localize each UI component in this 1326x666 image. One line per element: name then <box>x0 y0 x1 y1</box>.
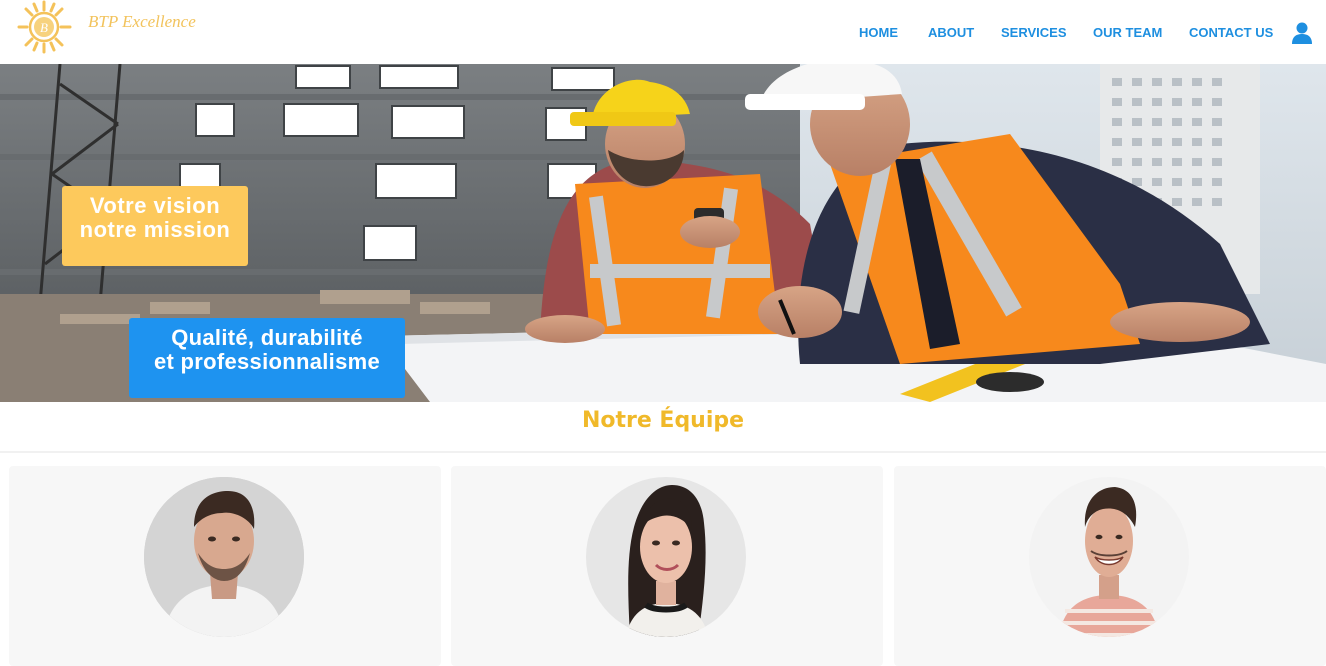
user-icon[interactable] <box>1290 21 1314 45</box>
team-section-title: Notre Équipe <box>581 408 745 433</box>
team-member-card[interactable] <box>894 466 1326 666</box>
nav-services-link[interactable]: SERVICES <box>1001 25 1067 40</box>
site-header: B BTP Excellence HOME ABOUT SERVICES OUR… <box>0 0 1326 64</box>
man-portrait-photo <box>144 477 304 637</box>
team-member-avatar <box>1029 477 1189 637</box>
nav-home-link[interactable]: HOME <box>859 25 898 40</box>
section-divider <box>0 451 1326 453</box>
team-member-avatar <box>144 477 304 637</box>
hero-vision-line1: Votre vision <box>89 193 221 218</box>
main-nav: HOME ABOUT SERVICES OUR TEAM CONTACT US <box>0 25 1326 45</box>
nav-contact-us-link[interactable]: CONTACT US <box>1189 25 1273 40</box>
hero-vision-badge: Votre vision notre mission <box>62 186 248 266</box>
team-member-card[interactable] <box>451 466 883 666</box>
team-member-card[interactable] <box>9 466 441 666</box>
nav-about-link[interactable]: ABOUT <box>928 25 974 40</box>
team-member-avatar <box>586 477 746 637</box>
woman-portrait-photo <box>586 477 746 637</box>
hero-quality-badge: Qualité, durabilité et professionnalisme <box>129 318 405 398</box>
hero-quality-line1: Qualité, durabilité <box>171 325 363 350</box>
hero-vision-line2: notre mission <box>79 217 231 242</box>
man-portrait-photo <box>1029 477 1189 637</box>
hero-quality-line2: et professionnalisme <box>153 349 381 374</box>
nav-our-team-link[interactable]: OUR TEAM <box>1093 25 1162 40</box>
hero-banner: Votre vision notre mission Qualité, dura… <box>0 64 1326 402</box>
